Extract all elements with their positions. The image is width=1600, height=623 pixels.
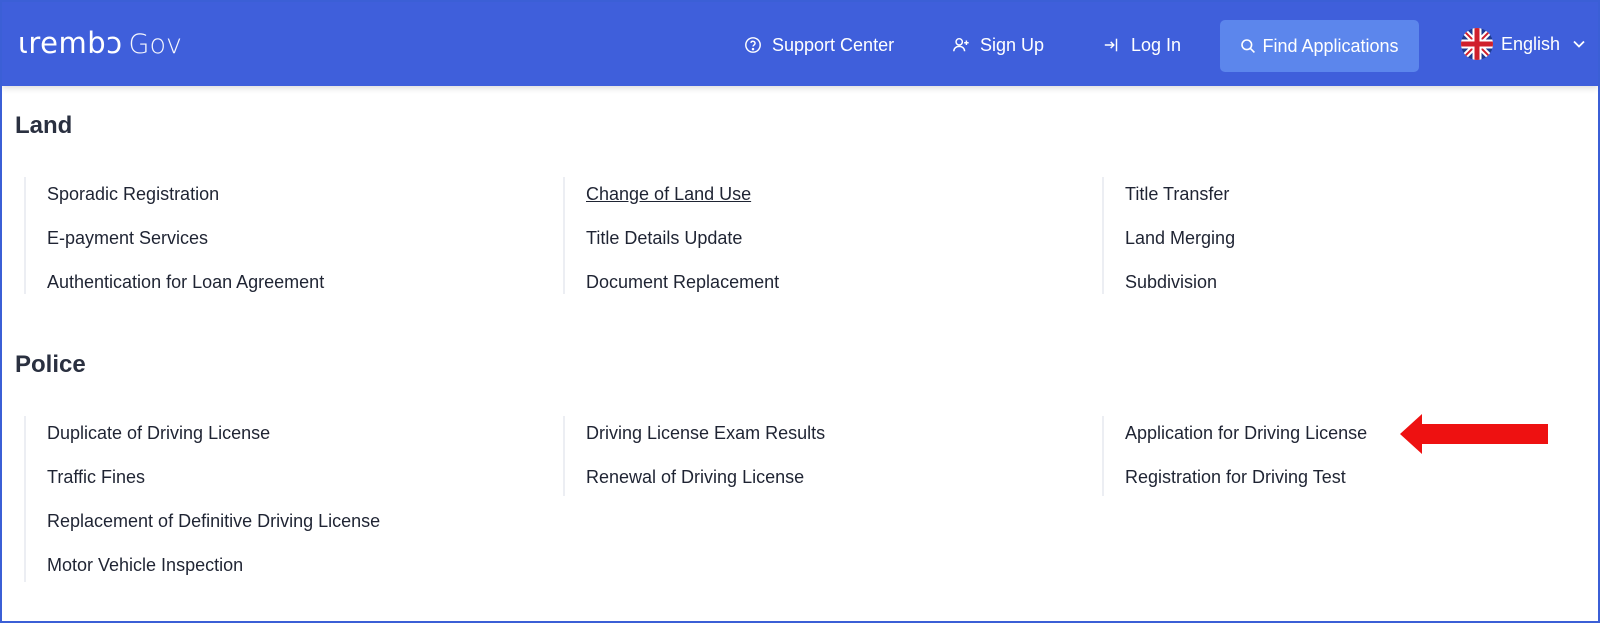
- service-link[interactable]: Authentication for Loan Agreement: [47, 265, 324, 309]
- irembo-logo[interactable]: ιrembɔ Gov: [18, 26, 182, 66]
- service-link[interactable]: Duplicate of Driving License: [47, 416, 380, 460]
- service-link[interactable]: Driving License Exam Results: [586, 416, 825, 460]
- top-navbar: ιrembɔ Gov Support Center Sign Up Log In…: [2, 2, 1598, 86]
- page-frame: ιrembɔ Gov Support Center Sign Up Log In…: [0, 0, 1600, 623]
- sign-up-label: Sign Up: [980, 34, 1045, 55]
- service-link[interactable]: Application for Driving License: [1125, 416, 1367, 460]
- police-column-3: Application for Driving License Registra…: [1102, 416, 1367, 496]
- police-column-2: Driving License Exam Results Renewal of …: [563, 416, 825, 496]
- service-link[interactable]: Title Details Update: [586, 221, 779, 265]
- help-circle-icon: [745, 37, 761, 53]
- find-applications-label: Find Applications: [1262, 35, 1399, 56]
- service-link[interactable]: Traffic Fines: [47, 460, 380, 504]
- sign-up-link[interactable]: Sign Up: [952, 32, 1044, 58]
- service-link[interactable]: Replacement of Definitive Driving Licens…: [47, 504, 380, 548]
- logo-brand: ιrembɔ: [18, 26, 123, 60]
- section-title-land: Land: [15, 112, 73, 139]
- land-column-2: Change of Land Use Title Details Update …: [563, 177, 779, 294]
- service-link[interactable]: Change of Land Use: [586, 177, 779, 221]
- land-column-3: Title Transfer Land Merging Subdivision: [1102, 177, 1235, 294]
- language-label: English: [1501, 33, 1561, 54]
- log-in-link[interactable]: Log In: [1103, 32, 1181, 58]
- uk-flag-icon: [1461, 28, 1493, 60]
- police-column-1: Duplicate of Driving License Traffic Fin…: [24, 416, 380, 582]
- red-arrow-annotation: [1400, 414, 1548, 454]
- land-column-1: Sporadic Registration E-payment Services…: [24, 177, 324, 294]
- service-link[interactable]: E-payment Services: [47, 221, 324, 265]
- service-link[interactable]: Subdivision: [1125, 265, 1235, 309]
- service-link[interactable]: Title Transfer: [1125, 177, 1235, 221]
- chevron-down-icon: [1573, 40, 1585, 48]
- service-link[interactable]: Land Merging: [1125, 221, 1235, 265]
- search-icon: [1241, 39, 1256, 53]
- user-plus-icon: [953, 37, 969, 52]
- logo-gov: Gov: [128, 29, 182, 60]
- service-link[interactable]: Renewal of Driving License: [586, 460, 825, 504]
- section-title-police: Police: [15, 351, 86, 378]
- service-link[interactable]: Document Replacement: [586, 265, 779, 309]
- service-link[interactable]: Registration for Driving Test: [1125, 460, 1367, 504]
- language-selector[interactable]: English: [1461, 28, 1586, 60]
- support-center-label: Support Center: [772, 34, 895, 55]
- support-center-link[interactable]: Support Center: [744, 32, 894, 58]
- service-link[interactable]: Motor Vehicle Inspection: [47, 548, 380, 592]
- service-link[interactable]: Sporadic Registration: [47, 177, 324, 221]
- log-in-label: Log In: [1131, 34, 1182, 55]
- login-icon: [1104, 38, 1118, 52]
- find-applications-button[interactable]: Find Applications: [1220, 20, 1419, 72]
